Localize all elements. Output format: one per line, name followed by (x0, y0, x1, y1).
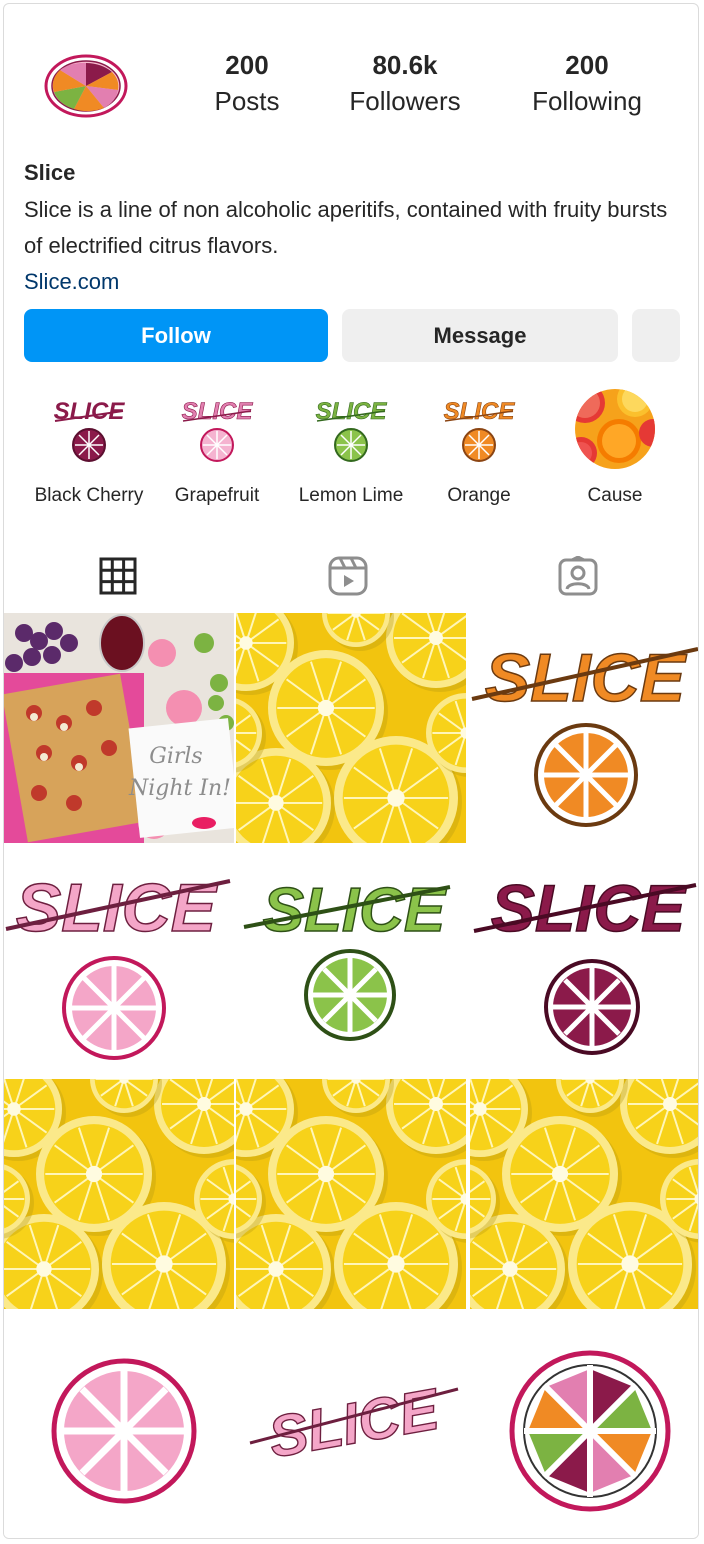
tab-tagged[interactable] (558, 554, 598, 598)
girls-night-text: Girls (149, 744, 202, 769)
following-stat[interactable]: 200 Following (512, 48, 662, 120)
lemon-slices-image (4, 1079, 234, 1309)
posts-label: Posts (214, 86, 280, 116)
posts-stat[interactable]: 200 Posts (172, 48, 322, 120)
cause-photo (575, 389, 655, 469)
post-image-orange-logo: SLICE (470, 613, 698, 843)
profile-avatar[interactable] (44, 54, 128, 118)
post-tile[interactable] (236, 1079, 466, 1309)
highlight-label: Cause (587, 485, 643, 506)
posts-count: 200 (225, 50, 269, 80)
highlight-black-cherry[interactable]: SLICE Black Cherry (24, 389, 154, 509)
following-label: Following (532, 86, 642, 116)
post-tile[interactable] (470, 1311, 698, 1538)
highlight-label: Lemon Lime (298, 485, 404, 506)
post-image-grapefruit-wheel (4, 1311, 234, 1538)
slice-logo-text: SLICE (485, 640, 688, 716)
highlight-label: Black Cherry (34, 485, 144, 506)
post-image-grapefruit-logo: SLICE (4, 845, 234, 1075)
profile-page: 200 Posts 80.6k Followers 200 Following … (3, 3, 699, 1539)
followers-stat[interactable]: 80.6k Followers (330, 48, 480, 120)
highlight-cause[interactable]: Cause (550, 389, 680, 509)
tagged-user-icon (558, 556, 598, 596)
profile-header: 200 Posts 80.6k Followers 200 Following (4, 4, 698, 154)
reels-icon (328, 556, 368, 596)
highlight-grapefruit[interactable]: SLICE Grapefruit (152, 389, 282, 509)
orange-logo: SLICE (443, 398, 516, 462)
profile-tabs (4, 544, 698, 610)
message-button[interactable]: Message (342, 309, 618, 362)
following-count: 200 (565, 50, 609, 80)
post-image-multi-wheel (470, 1311, 698, 1538)
story-highlights: SLICE Black Cherry SLICE Grapefruit SLIC… (4, 389, 698, 519)
post-image-slice-wordmark: SLICE (236, 1311, 466, 1538)
profile-bio: Slice Slice is a line of non alcoholic a… (24, 156, 684, 300)
slice-logo-text: SLICE (16, 870, 219, 946)
tab-posts[interactable] (98, 554, 138, 598)
grapefruit-logo: SLICE (181, 398, 254, 462)
post-tile[interactable] (4, 1079, 234, 1309)
profile-name: Slice (24, 160, 76, 185)
website-link[interactable]: Slice.com (24, 264, 684, 300)
post-tile[interactable] (236, 613, 466, 843)
highlight-orange[interactable]: SLICE Orange (414, 389, 544, 509)
suggest-button[interactable] (632, 309, 680, 362)
tab-reels[interactable] (328, 554, 368, 598)
black-cherry-logo: SLICE (54, 398, 125, 462)
post-image-black-cherry-logo: SLICE (470, 845, 698, 1075)
post-image-girls-night: Girls Night In! (4, 613, 234, 843)
lemon-slices-image (236, 613, 466, 843)
lemon-lime-logo: SLICE (315, 398, 388, 462)
post-tile[interactable]: SLICE (236, 1311, 466, 1538)
highlight-label: Orange (447, 485, 511, 506)
highlight-label: Grapefruit (174, 485, 260, 506)
slice-logo-text: SLICE (263, 876, 447, 945)
lemon-slices-image (470, 1079, 698, 1309)
post-tile[interactable]: Girls Night In! (4, 613, 234, 843)
post-tile[interactable] (470, 1079, 698, 1309)
highlight-lemon-lime[interactable]: SLICE Lemon Lime (286, 389, 416, 509)
follow-button[interactable]: Follow (24, 309, 328, 362)
girls-night-text: Night In! (128, 776, 231, 801)
post-tile[interactable]: SLICE (470, 845, 698, 1075)
post-tile[interactable]: SLICE (236, 845, 466, 1075)
post-tile[interactable]: SLICE (4, 845, 234, 1075)
followers-count: 80.6k (372, 50, 438, 80)
followers-label: Followers (349, 86, 461, 116)
bio-text: Slice is a line of non alcoholic aperiti… (24, 197, 668, 258)
lemon-slices-image (236, 1079, 466, 1309)
post-tile[interactable]: SLICE (470, 613, 698, 843)
post-tile[interactable] (4, 1311, 234, 1538)
grid-icon (99, 557, 137, 595)
post-image-lemon-lime-logo: SLICE (236, 845, 466, 1075)
